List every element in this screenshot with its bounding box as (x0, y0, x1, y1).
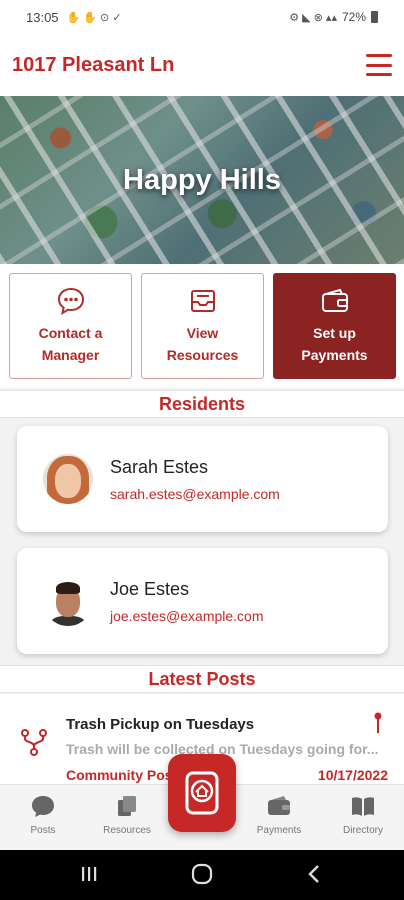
avatar (43, 576, 93, 626)
inbox-tray-icon (190, 290, 215, 312)
fork-icon (21, 729, 47, 756)
back-icon[interactable] (306, 862, 322, 886)
hamburger-menu-icon[interactable] (366, 54, 392, 76)
residents-heading: Residents (0, 390, 404, 418)
view-resources-label: View Resources (166, 325, 239, 363)
wallet-icon (268, 796, 290, 815)
contact-manager-label: Contact a Manager (38, 325, 103, 363)
nav-label: Payments (256, 825, 302, 836)
chat-bubble-icon (57, 287, 84, 316)
post-title: Trash Pickup on Tuesdays (66, 716, 255, 733)
avatar (43, 454, 93, 504)
resident-name: Joe Estes (110, 578, 190, 599)
system-navigation-bar (0, 850, 404, 900)
contact-manager-button[interactable]: Contact a Manager (9, 273, 132, 379)
pin-icon (374, 712, 382, 733)
set-up-payments-button[interactable]: Set up Payments (273, 273, 396, 379)
home-icon (185, 771, 219, 815)
battery-icon (371, 11, 378, 23)
recents-icon[interactable] (80, 862, 98, 886)
battery-level: 72% (341, 10, 366, 24)
status-bar: 13:05 ✋ ✋ ⊙ ✓ ⚙ ◣ ⊗ ▴▴ 72% (0, 0, 404, 34)
community-name: Happy Hills (123, 163, 281, 196)
app-header: 1017 Pleasant Ln (0, 34, 404, 96)
hero-banner: Happy Hills (0, 96, 404, 264)
nav-item-directory[interactable]: Directory (328, 793, 398, 836)
resident-email[interactable]: joe.estes@example.com (110, 608, 264, 624)
set-up-payments-label: Set up Payments (301, 325, 368, 363)
notification-icons: ✋ ✋ ⊙ ✓ (66, 11, 122, 24)
nav-label: Posts (30, 825, 56, 836)
nav-item-posts[interactable]: Posts (8, 793, 78, 836)
wallet-icon (321, 288, 348, 312)
nav-label: Directory (342, 825, 383, 836)
resident-card[interactable]: Joe Estes joe.estes@example.com (17, 548, 388, 654)
home-system-icon[interactable] (190, 862, 214, 886)
resident-email[interactable]: sarah.estes@example.com (110, 486, 280, 502)
latest-posts-heading: Latest Posts (0, 665, 404, 693)
book-icon (352, 797, 374, 816)
nav-item-resources[interactable]: Resources (92, 793, 162, 836)
resources-icon (118, 796, 136, 816)
nav-item-payments[interactable]: Payments (244, 793, 314, 836)
nav-label: Resources (103, 825, 151, 836)
page-title: 1017 Pleasant Ln (12, 53, 175, 76)
post-date: 10/17/2022 (317, 767, 388, 783)
quick-actions: Contact a Manager View Resources Set up … (0, 264, 404, 388)
system-icons: ⚙ ◣ ⊗ ▴▴ (289, 11, 337, 24)
home-button[interactable] (168, 754, 236, 832)
resident-name: Sarah Estes (110, 456, 209, 477)
resident-card[interactable]: Sarah Estes sarah.estes@example.com (17, 426, 388, 532)
view-resources-button[interactable]: View Resources (141, 273, 264, 379)
posts-icon (32, 796, 54, 817)
status-time: 13:05 (26, 9, 59, 25)
